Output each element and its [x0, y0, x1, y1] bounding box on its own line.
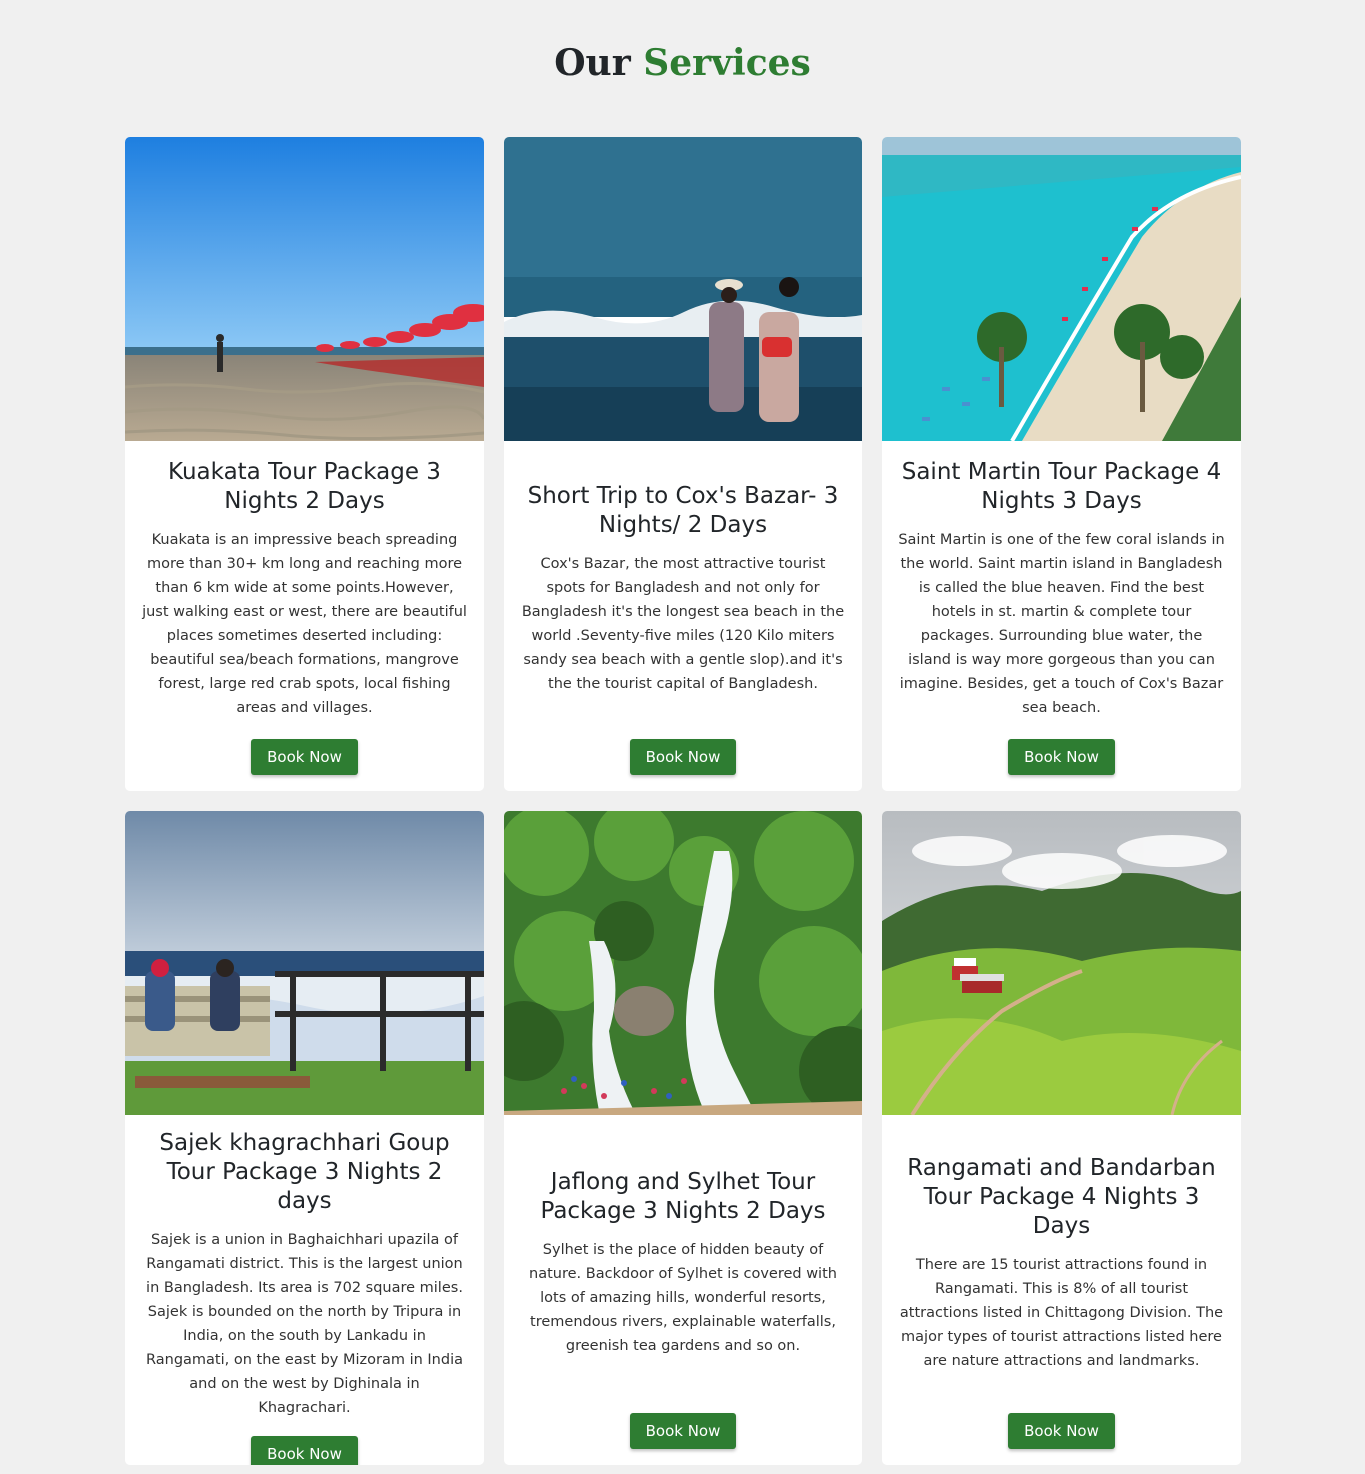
service-card: Rangamati and Bandarban Tour Package 4 N…: [882, 811, 1241, 1465]
book-now-button[interactable]: Book Now: [629, 1413, 737, 1449]
book-now-button[interactable]: Book Now: [629, 739, 737, 775]
service-image: [504, 137, 862, 441]
services-grid: Kuakata Tour Package 3 Nights 2 Days Kua…: [125, 137, 1241, 1465]
service-card-body: Short Trip to Cox's Bazar- 3 Nights/ 2 D…: [504, 441, 862, 791]
service-card: Kuakata Tour Package 3 Nights 2 Days Kua…: [125, 137, 484, 791]
service-text: Jaflong and Sylhet Tour Package 3 Nights…: [520, 1129, 846, 1397]
service-description: Saint Martin is one of the few coral isl…: [898, 532, 1225, 716]
title-part-1: Our: [554, 42, 631, 84]
service-image: [125, 137, 484, 441]
service-image: [882, 137, 1241, 441]
service-card: Short Trip to Cox's Bazar- 3 Nights/ 2 D…: [504, 137, 862, 791]
service-description: Sylhet is the place of hidden beauty of …: [529, 1242, 837, 1354]
book-now-button[interactable]: Book Now: [1008, 739, 1115, 775]
service-title: Jaflong and Sylhet Tour Package 3 Nights…: [540, 1169, 826, 1224]
title-part-2: Services: [643, 42, 811, 84]
book-now-button[interactable]: Book Now: [1008, 1413, 1115, 1449]
service-text: Kuakata Tour Package 3 Nights 2 Days Kua…: [141, 455, 468, 723]
service-text: Short Trip to Cox's Bazar- 3 Nights/ 2 D…: [520, 455, 846, 723]
service-description: Sajek is a union in Baghaichhari upazila…: [145, 1232, 463, 1416]
service-title: Sajek khagrachhari Goup Tour Package 3 N…: [159, 1130, 450, 1214]
service-title: Short Trip to Cox's Bazar- 3 Nights/ 2 D…: [527, 483, 839, 538]
service-image: [125, 811, 484, 1115]
service-card: Sajek khagrachhari Goup Tour Package 3 N…: [125, 811, 484, 1465]
book-now-button[interactable]: Book Now: [251, 1436, 358, 1465]
service-title: Saint Martin Tour Package 4 Nights 3 Day…: [901, 459, 1222, 514]
service-card-body: Saint Martin Tour Package 4 Nights 3 Day…: [882, 441, 1241, 791]
service-description: There are 15 tourist attractions found i…: [899, 1256, 1224, 1369]
service-text: Sajek khagrachhari Goup Tour Package 3 N…: [141, 1129, 468, 1420]
service-card-body: Rangamati and Bandarban Tour Package 4 N…: [882, 1115, 1241, 1465]
service-image: [504, 811, 862, 1115]
service-text: Saint Martin Tour Package 4 Nights 3 Day…: [898, 455, 1225, 723]
service-title: Rangamati and Bandarban Tour Package 4 N…: [907, 1154, 1216, 1239]
page-title: Our Services: [0, 0, 1365, 137]
service-card-body: Sajek khagrachhari Goup Tour Package 3 N…: [125, 1115, 484, 1465]
service-description: Cox's Bazar, the most attractive tourist…: [521, 556, 845, 692]
service-text: Rangamati and Bandarban Tour Package 4 N…: [898, 1129, 1225, 1397]
service-card-body: Jaflong and Sylhet Tour Package 3 Nights…: [504, 1115, 862, 1465]
service-image: [882, 811, 1241, 1115]
service-description: Kuakata is an impressive beach spreading…: [142, 532, 467, 716]
service-card: Jaflong and Sylhet Tour Package 3 Nights…: [504, 811, 862, 1465]
book-now-button[interactable]: Book Now: [251, 739, 358, 775]
service-card-body: Kuakata Tour Package 3 Nights 2 Days Kua…: [125, 441, 484, 791]
service-title: Kuakata Tour Package 3 Nights 2 Days: [168, 459, 441, 514]
service-card: Saint Martin Tour Package 4 Nights 3 Day…: [882, 137, 1241, 791]
